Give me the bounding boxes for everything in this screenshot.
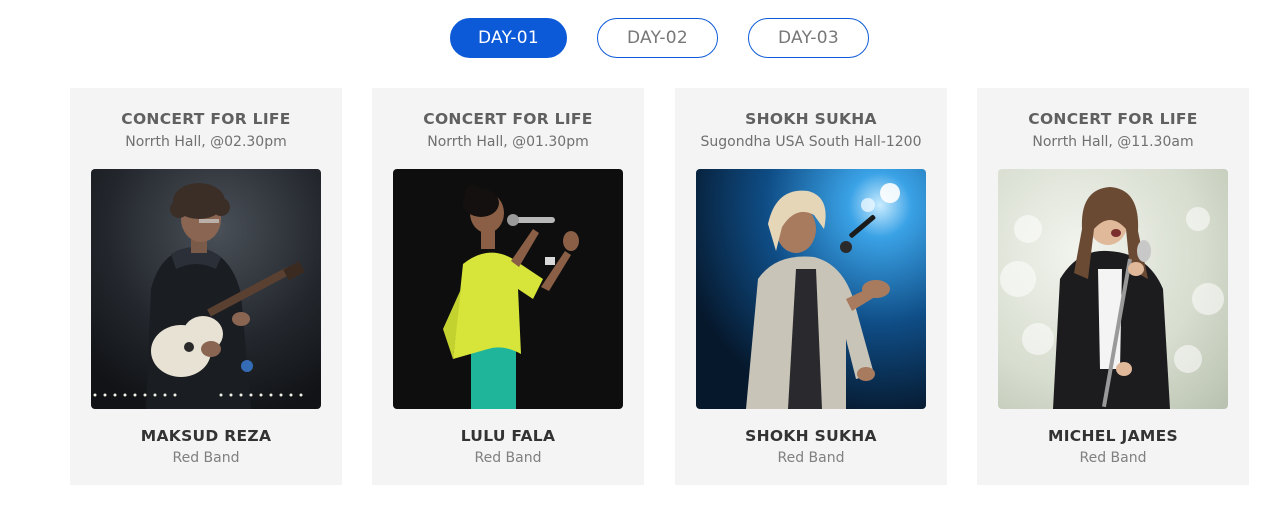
singer-illustration bbox=[393, 169, 623, 409]
event-card: CONCERT FOR LIFE Norrth Hall, @11.30am M… bbox=[977, 88, 1249, 485]
artist-name[interactable]: LULU FALA bbox=[372, 427, 644, 445]
band-name: Red Band bbox=[172, 450, 240, 466]
band-name: Red Band bbox=[474, 450, 542, 466]
event-title: CONCERT FOR LIFE bbox=[1028, 110, 1198, 128]
band-name: Red Band bbox=[777, 450, 845, 466]
event-title: CONCERT FOR LIFE bbox=[423, 110, 593, 128]
event-location: Sugondha USA South Hall-1200 bbox=[700, 134, 922, 150]
event-title: CONCERT FOR LIFE bbox=[121, 110, 291, 128]
singer-photo[interactable] bbox=[393, 169, 623, 409]
vocalist-photo[interactable] bbox=[998, 169, 1228, 409]
guitarist-illustration bbox=[91, 169, 321, 409]
guitarist-photo[interactable] bbox=[91, 169, 321, 409]
artist-name[interactable]: MICHEL JAMES bbox=[977, 427, 1249, 445]
event-card: CONCERT FOR LIFE Norrth Hall, @01.30pm L… bbox=[372, 88, 644, 485]
artist-name[interactable]: MAKSUD REZA bbox=[70, 427, 342, 445]
event-card: CONCERT FOR LIFE Norrth Hall, @02.30pm M… bbox=[70, 88, 342, 485]
event-location: Norrth Hall, @01.30pm bbox=[427, 134, 589, 150]
day-tabs: DAY-01 DAY-02 DAY-03 bbox=[0, 18, 1288, 58]
performer-photo[interactable] bbox=[696, 169, 926, 409]
event-card: SHOKH SUKHA Sugondha USA South Hall-1200 bbox=[675, 88, 947, 485]
event-title: SHOKH SUKHA bbox=[745, 110, 877, 128]
tab-day-01[interactable]: DAY-01 bbox=[450, 18, 567, 58]
band-name: Red Band bbox=[1079, 450, 1147, 466]
tab-day-03[interactable]: DAY-03 bbox=[748, 18, 869, 58]
artist-name[interactable]: SHOKH SUKHA bbox=[675, 427, 947, 445]
event-location: Norrth Hall, @02.30pm bbox=[125, 134, 287, 150]
event-location: Norrth Hall, @11.30am bbox=[1032, 134, 1194, 150]
tab-day-02[interactable]: DAY-02 bbox=[597, 18, 718, 58]
performer-illustration bbox=[696, 169, 926, 409]
vocalist-illustration bbox=[998, 169, 1228, 409]
